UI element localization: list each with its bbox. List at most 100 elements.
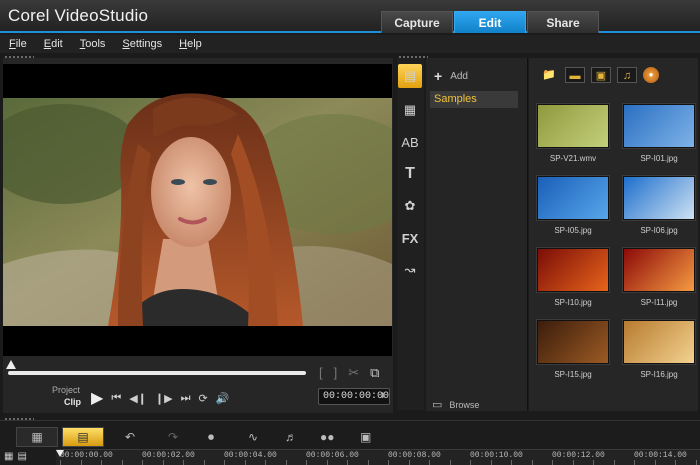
enlarge-preview-icon[interactable]: ⧉ [370,365,379,381]
transport-controls: ▶ ⏮ ◀❙ ❙▶ ⏭ ⟳ 🔊 [91,388,229,408]
previous-frame-icon[interactable]: ◀❙ [129,392,147,405]
subtitle-editor-icon[interactable]: ▣ [360,427,371,447]
add-folder-button[interactable]: + Add [434,68,468,84]
preview-panel: [ ] ✂ ⧉ Project Clip ▶ ⏮ ◀❙ ❙▶ ⏭ ⟳ 🔊 00:… [3,58,393,413]
timecode-stepper-icon[interactable]: ⬍ [379,389,386,404]
media-thumbnail[interactable] [623,248,695,292]
folder-samples[interactable]: Samples [430,91,518,108]
ruler-tick [593,460,594,465]
mode-clip-label[interactable]: Clip [64,396,81,408]
menu-settings[interactable]: Settings [122,38,162,50]
timeline-playhead[interactable] [56,450,64,457]
tab-share[interactable]: Share [527,11,599,33]
ruler-tick [183,460,184,465]
ruler-timestamp: 00:00:04.00 [224,451,277,460]
media-thumbnail-label: SP-I06.jpg [640,226,678,235]
media-thumbnail[interactable] [537,320,609,364]
ruler-tick [552,460,553,465]
media-thumbnail-label: SP-I11.jpg [640,298,678,307]
storyboard-view-icon[interactable]: ▦ [16,427,58,447]
media-thumbnail[interactable] [623,176,695,220]
media-thumbnail-label: SP-V21.wmv [549,154,597,163]
instant-project-icon[interactable]: ▦ [398,98,422,122]
show-photos-icon[interactable]: ▣ [591,67,611,83]
next-frame-icon[interactable]: ❙▶ [155,392,173,405]
auto-music-icon[interactable]: ♬ [285,427,297,447]
ruler-timestamp: 00:00:10.00 [470,451,523,460]
playback-scrubber[interactable] [8,371,306,375]
ruler-tick [634,460,635,465]
ruler-tick [408,460,410,465]
timeline-view-icon[interactable]: ▤ [62,427,104,447]
home-icon[interactable]: ⏮ [111,392,121,405]
ruler-tick [60,460,61,465]
end-icon[interactable]: ⏭ [181,392,191,405]
ruler-timestamp: 00:00:08.00 [388,451,441,460]
library-category-bar: ▤ ▦ AB T ✿ FX ↝ [397,58,424,410]
menu-tools[interactable]: Tools [80,38,106,50]
title-bar: Corel VideoStudio Capture Edit Share [0,0,700,33]
media-thumbnail[interactable] [623,104,695,148]
library-navigation: + Add Samples ▭ Browse [426,58,528,411]
undo-icon[interactable]: ↶ [125,427,135,447]
ruler-tick [101,460,102,465]
ruler-timestamp: 00:00:00.00 [60,451,113,460]
ruler-tick [306,460,307,465]
ruler-tick [162,460,164,465]
play-icon[interactable]: ▶ [91,388,103,408]
title-icon[interactable]: T [398,162,422,186]
scrubber-thumb[interactable] [6,360,16,369]
show-audio-icon[interactable]: ♫ [617,67,637,83]
media-thumbnail[interactable] [537,104,609,148]
browse-button[interactable]: ▭ Browse [432,398,479,411]
mode-project-label[interactable]: Project [52,384,81,396]
filter-icon[interactable]: FX [398,226,422,250]
redo-icon[interactable]: ↷ [168,427,178,447]
track-manager-icon[interactable]: ▦ [4,451,13,462]
ruler-tick [80,460,82,465]
ruler-tick [142,460,143,465]
graphic-icon[interactable]: ✿ [398,194,422,218]
sound-mixer-icon[interactable]: ∿ [248,427,258,447]
ruler-tick [490,460,492,465]
add-label: Add [450,70,468,82]
timecode-field[interactable]: 00:00:00:00 ⬍ [318,388,390,405]
mark-out-icon[interactable]: ] [334,365,338,381]
menu-bar: File Edit Tools Settings Help [0,35,700,53]
menu-help[interactable]: Help [179,38,202,50]
preview-window[interactable] [3,64,392,356]
ruler-tick [326,460,328,465]
media-thumbnail[interactable] [537,176,609,220]
ruler-tick [244,460,246,465]
repeat-icon[interactable]: ⟳ [199,392,208,405]
ruler-timestamp: 00:00:02.00 [142,451,195,460]
media-icon[interactable]: ▤ [398,64,422,88]
browse-label: Browse [449,399,480,410]
import-folder-icon[interactable]: 📁 [539,67,559,83]
get-more-icon[interactable]: ● [643,67,659,83]
track-manager-icons: ▦ ▤ [4,451,27,462]
play-mode-toggle[interactable]: Project Clip [52,384,81,408]
ruler-tick [449,460,451,465]
ruler-tick [695,460,697,465]
mark-in-icon[interactable]: [ [319,365,323,381]
chapter-point-icon[interactable]: ▤ [17,451,26,462]
path-icon[interactable]: ↝ [398,258,422,282]
transition-icon[interactable]: AB [398,130,422,154]
menu-edit[interactable]: Edit [44,38,63,50]
tab-edit[interactable]: Edit [454,11,526,33]
timeline-toolbar: ▦ ▤ ↶ ↷ ⏺ ∿ ♬ ●● ▣ ▦ ▤ 00:00:00.00 00:00:… [0,420,700,465]
ruler-tick [121,460,123,465]
show-videos-icon[interactable]: ▬ [565,67,585,83]
media-thumbnail[interactable] [623,320,695,364]
media-thumbnail[interactable] [537,248,609,292]
timeline-ruler[interactable]: 00:00:00.00 00:00:02.00 00:00:04.00 00:00:0… [56,449,700,465]
volume-icon[interactable]: 🔊 [216,392,230,405]
record-capture-icon[interactable]: ⏺ [208,427,214,447]
trim-controls: [ ] ✂ ⧉ [319,365,379,381]
menu-file[interactable]: File [9,38,27,50]
split-clip-icon[interactable]: ✂ [348,365,359,381]
tab-capture[interactable]: Capture [381,11,453,33]
motion-tracking-icon[interactable]: ●● [320,427,335,447]
ruler-tick [224,460,225,465]
